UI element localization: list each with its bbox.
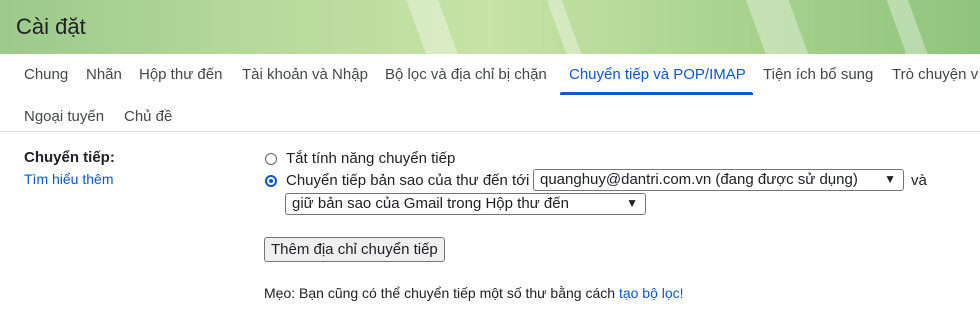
learn-more-link[interactable]: Tìm hiểu thêm xyxy=(24,171,113,187)
page-title: Cài đặt xyxy=(16,14,86,39)
create-filter-link[interactable]: tạo bộ lọc! xyxy=(619,285,684,301)
chevron-down-icon: ▼ xyxy=(884,172,896,186)
tab-filters-blocked[interactable]: Bộ lọc và địa chỉ bị chặn xyxy=(385,66,547,83)
forward-address-value: quanghuy@dantri.com.vn (đang được sử dụn… xyxy=(540,171,858,188)
forward-action-select[interactable]: giữ bản sao của Gmail trong Hộp thư đến … xyxy=(285,193,646,215)
tab-forwarding-pop-imap[interactable]: Chuyển tiếp và POP/IMAP xyxy=(569,66,746,83)
enable-forwarding-radio[interactable] xyxy=(265,175,277,187)
settings-panel: Chung Nhãn Hộp thư đến Tài khoản và Nhập… xyxy=(0,54,980,314)
tab-general[interactable]: Chung xyxy=(24,66,68,83)
settings-tabs: Chung Nhãn Hộp thư đến Tài khoản và Nhập… xyxy=(0,54,980,142)
and-label: và xyxy=(911,172,927,189)
forward-action-value: giữ bản sao của Gmail trong Hộp thư đến xyxy=(292,195,569,212)
tab-add-ons[interactable]: Tiện ích bổ sung xyxy=(763,66,873,83)
tab-chat[interactable]: Trò chuyện v xyxy=(892,66,978,83)
tip-prefix: Mẹo: Bạn cũng có thể chuyển tiếp một số … xyxy=(264,285,616,301)
header-decoration xyxy=(402,0,468,54)
tabs-divider xyxy=(0,131,980,132)
tab-offline[interactable]: Ngoại tuyến xyxy=(24,108,104,125)
tip-text: Mẹo: Bạn cũng có thể chuyển tiếp một số … xyxy=(264,285,684,301)
disable-forwarding-label[interactable]: Tắt tính năng chuyển tiếp xyxy=(286,150,455,167)
settings-header: Cài đặt xyxy=(0,0,980,54)
disable-forwarding-radio[interactable] xyxy=(265,153,277,165)
tab-inbox[interactable]: Hộp thư đến xyxy=(139,66,222,83)
add-forwarding-address-button[interactable]: Thêm địa chỉ chuyển tiếp xyxy=(264,237,445,262)
header-decoration xyxy=(881,0,939,54)
forwarding-label: Chuyển tiếp: xyxy=(24,149,115,166)
chevron-down-icon: ▼ xyxy=(626,196,638,210)
tab-labels[interactable]: Nhãn xyxy=(86,66,122,83)
enable-forwarding-label[interactable]: Chuyển tiếp bản sao của thư đến tới xyxy=(286,172,529,189)
header-decoration xyxy=(742,0,818,54)
header-decoration xyxy=(541,0,593,54)
tab-accounts-import[interactable]: Tài khoản và Nhập xyxy=(242,66,368,83)
active-tab-indicator xyxy=(560,92,753,95)
forward-address-select[interactable]: quanghuy@dantri.com.vn (đang được sử dụn… xyxy=(533,169,904,191)
tab-themes[interactable]: Chủ đề xyxy=(124,108,172,125)
